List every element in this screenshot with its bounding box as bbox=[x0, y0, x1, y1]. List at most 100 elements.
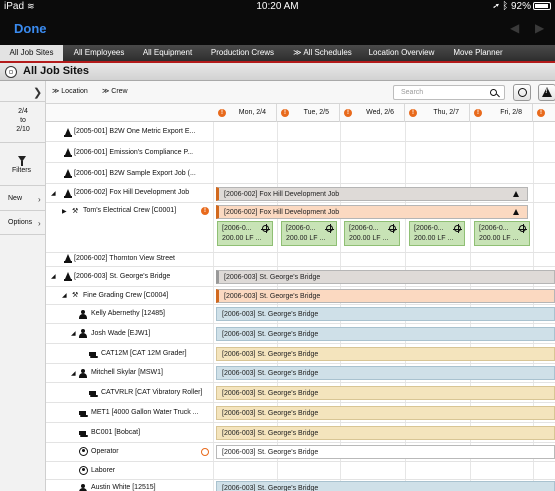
crosshair-icon bbox=[453, 224, 462, 233]
task-card[interactable]: [2006-0... 200.00 LF ... bbox=[474, 221, 530, 246]
job-site-icon bbox=[64, 254, 72, 263]
battery-icon bbox=[533, 2, 551, 10]
table-row[interactable]: CAT12M [CAT 12M Grader] [2006-003] St. G… bbox=[46, 344, 555, 364]
filters-button[interactable]: Filters bbox=[12, 167, 31, 174]
task-card[interactable]: [2006-0... 200.00 LF ... bbox=[281, 221, 337, 246]
collapse-arrow-icon[interactable]: ❯ bbox=[33, 86, 42, 99]
tab-all-equipment[interactable]: All Equipment bbox=[135, 45, 200, 61]
nav-bar: Done ◀ ▶ bbox=[0, 13, 555, 45]
tab-location-overview[interactable]: Location Overview bbox=[360, 45, 443, 61]
task-title: [2006-0... bbox=[222, 225, 252, 232]
back-arrow-icon[interactable]: ◀ bbox=[510, 21, 519, 35]
day-header[interactable]: ! Tue, 2/5 bbox=[277, 104, 340, 122]
table-row[interactable]: ◢ [2006-002] Fox Hill Development Job [2… bbox=[46, 184, 555, 203]
expand-icon[interactable]: ▶ bbox=[62, 208, 67, 215]
job-site-icon bbox=[64, 169, 72, 178]
table-row[interactable]: Austin White [12515] [2006-003] St. Geor… bbox=[46, 480, 555, 491]
alert-icon: ! bbox=[537, 109, 545, 117]
options-button[interactable]: Options bbox=[8, 219, 32, 226]
assignment-bar[interactable]: [2006-003] St. George's Bridge bbox=[216, 327, 555, 341]
table-row[interactable]: ◢ Josh Wade [EJW1] [2006-003] St. George… bbox=[46, 324, 555, 344]
crew-bar[interactable]: [2006-002] Fox Hill Development Job bbox=[216, 205, 528, 219]
assignment-bar[interactable]: [2006-003] St. George's Bridge bbox=[216, 347, 555, 361]
ring-button[interactable] bbox=[513, 84, 531, 101]
forward-arrow-icon[interactable]: ▶ bbox=[535, 21, 544, 35]
tab-all-schedules[interactable]: ≫ All Schedules bbox=[285, 45, 360, 61]
crew-bar[interactable]: [2006-003] St. George's Bridge bbox=[216, 289, 555, 303]
battery-percent: 92% bbox=[510, 1, 531, 12]
warning-button[interactable] bbox=[538, 84, 555, 101]
task-title: [2006-0... bbox=[479, 225, 509, 232]
task-card[interactable]: [2006-0... 200.00 LF ... bbox=[409, 221, 465, 246]
bobcat-icon bbox=[79, 430, 89, 437]
crosshair-icon bbox=[261, 224, 270, 233]
table-row[interactable]: CATVRLR [CAT Vibratory Roller] [2006-003… bbox=[46, 383, 555, 403]
day-header[interactable]: ! Wed, 2/6 bbox=[340, 104, 405, 122]
new-button[interactable]: New bbox=[8, 195, 22, 202]
done-button[interactable]: Done bbox=[14, 21, 47, 36]
table-row[interactable]: ◢ [2006-003] St. George's Bridge [2006-0… bbox=[46, 267, 555, 287]
tab-move-planner[interactable]: Move Planner bbox=[443, 45, 513, 61]
assignment-bar[interactable]: [2006-003] St. George's Bridge bbox=[216, 445, 555, 459]
person-icon bbox=[79, 329, 87, 338]
range-to: to bbox=[20, 117, 26, 124]
table-row[interactable]: ◢ Mitchell Skylar [MSW1] [2006-003] St. … bbox=[46, 364, 555, 383]
table-row[interactable]: Operator [2006-003] St. George's Bridge bbox=[46, 443, 555, 462]
filter-icon[interactable] bbox=[18, 156, 26, 166]
table-row[interactable]: Laborer bbox=[46, 462, 555, 480]
assignment-bar[interactable]: [2006-003] St. George's Bridge bbox=[216, 307, 555, 321]
crew-bar-label: [2006-003] St. George's Bridge bbox=[224, 293, 321, 300]
table-row[interactable]: [2006-001] B2W Sample Export Job (... bbox=[46, 163, 555, 184]
assignment-bar[interactable]: [2006-003] St. George's Bridge bbox=[216, 426, 555, 440]
table-row[interactable]: MET1 [4000 Gallon Water Truck ... [2006-… bbox=[46, 403, 555, 423]
table-row[interactable]: [2006-001] Emission's Compliance P... bbox=[46, 142, 555, 163]
assignment-bar[interactable]: [2006-003] St. George's Bridge bbox=[216, 406, 555, 420]
row-label: Mitchell Skylar [MSW1] bbox=[91, 369, 163, 376]
crew-icon: ⚒ bbox=[72, 208, 79, 215]
task-card[interactable]: [2006-0... 200.00 LF ... bbox=[344, 221, 400, 246]
search-input[interactable]: Search bbox=[393, 85, 505, 100]
row-label: Josh Wade [EJW1] bbox=[91, 330, 151, 337]
assignment-bar[interactable]: [2006-003] St. George's Bridge bbox=[216, 386, 555, 400]
collapse-icon[interactable]: ◢ bbox=[62, 292, 67, 299]
location-group-button[interactable]: ≫ Location bbox=[52, 87, 88, 95]
left-pane: ❯ 2/4 to 2/10 Filters New › Options › bbox=[0, 81, 46, 491]
day-header[interactable]: ! Fri, 2/8 bbox=[470, 104, 533, 122]
crew-icon: ⚒ bbox=[72, 292, 79, 299]
assignment-bar-label: [2006-003] St. George's Bridge bbox=[222, 449, 319, 456]
assignment-bar-label: [2006-003] St. George's Bridge bbox=[222, 351, 319, 358]
expand-icon: ≫ bbox=[102, 88, 112, 95]
task-title: [2006-0... bbox=[414, 225, 444, 232]
equipment-icon bbox=[89, 351, 99, 358]
job-bar-label: [2006-002] Fox Hill Development Job bbox=[224, 191, 340, 198]
day-header[interactable]: ! bbox=[533, 104, 555, 122]
row-label: CATVRLR [CAT Vibratory Roller] bbox=[101, 389, 203, 396]
collapse-icon[interactable]: ◢ bbox=[71, 330, 76, 337]
crew-group-button[interactable]: ≫ Crew bbox=[102, 87, 128, 95]
tab-all-employees[interactable]: All Employees bbox=[63, 45, 135, 61]
assignment-bar[interactable]: [2006-003] St. George's Bridge bbox=[216, 481, 555, 491]
job-bar[interactable]: [2006-002] Fox Hill Development Job bbox=[216, 187, 528, 201]
collapse-icon[interactable]: ◢ bbox=[51, 273, 56, 280]
table-row[interactable]: Kelly Abernethy [12485] [2006-003] St. G… bbox=[46, 305, 555, 324]
row-label: [2006-002] Thornton View Street bbox=[74, 255, 175, 262]
day-label: Thu, 2/7 bbox=[433, 109, 459, 116]
day-label: Fri, 2/8 bbox=[500, 109, 522, 116]
day-header[interactable]: ! Mon, 2/4 bbox=[214, 104, 277, 122]
table-row[interactable]: ▶ ⚒ Tom's Electrical Crew [C0001] ! [200… bbox=[46, 203, 555, 253]
collapse-icon[interactable]: ◢ bbox=[51, 190, 56, 197]
table-row[interactable]: BC001 [Bobcat] [2006-003] St. George's B… bbox=[46, 423, 555, 443]
tab-all-job-sites[interactable]: All Job Sites bbox=[0, 45, 63, 61]
table-row[interactable]: [2006-002] Thornton View Street bbox=[46, 253, 555, 267]
truck-icon bbox=[79, 410, 89, 417]
assignment-bar[interactable]: [2006-003] St. George's Bridge bbox=[216, 366, 555, 380]
search-icon[interactable] bbox=[490, 89, 497, 96]
job-bar[interactable]: [2006-003] St. George's Bridge bbox=[216, 270, 555, 284]
task-card[interactable]: [2006-0... 200.00 LF ... bbox=[217, 221, 273, 246]
collapse-icon[interactable]: ◢ bbox=[71, 370, 76, 377]
table-row[interactable]: [2005-001] B2W One Metric Export E... bbox=[46, 122, 555, 142]
alert-icon: ! bbox=[218, 109, 226, 117]
tab-production-crews[interactable]: Production Crews bbox=[200, 45, 285, 61]
day-header[interactable]: ! Thu, 2/7 bbox=[405, 104, 470, 122]
table-row[interactable]: ◢ ⚒ Fine Grading Crew [C0004] [2006-003]… bbox=[46, 287, 555, 305]
